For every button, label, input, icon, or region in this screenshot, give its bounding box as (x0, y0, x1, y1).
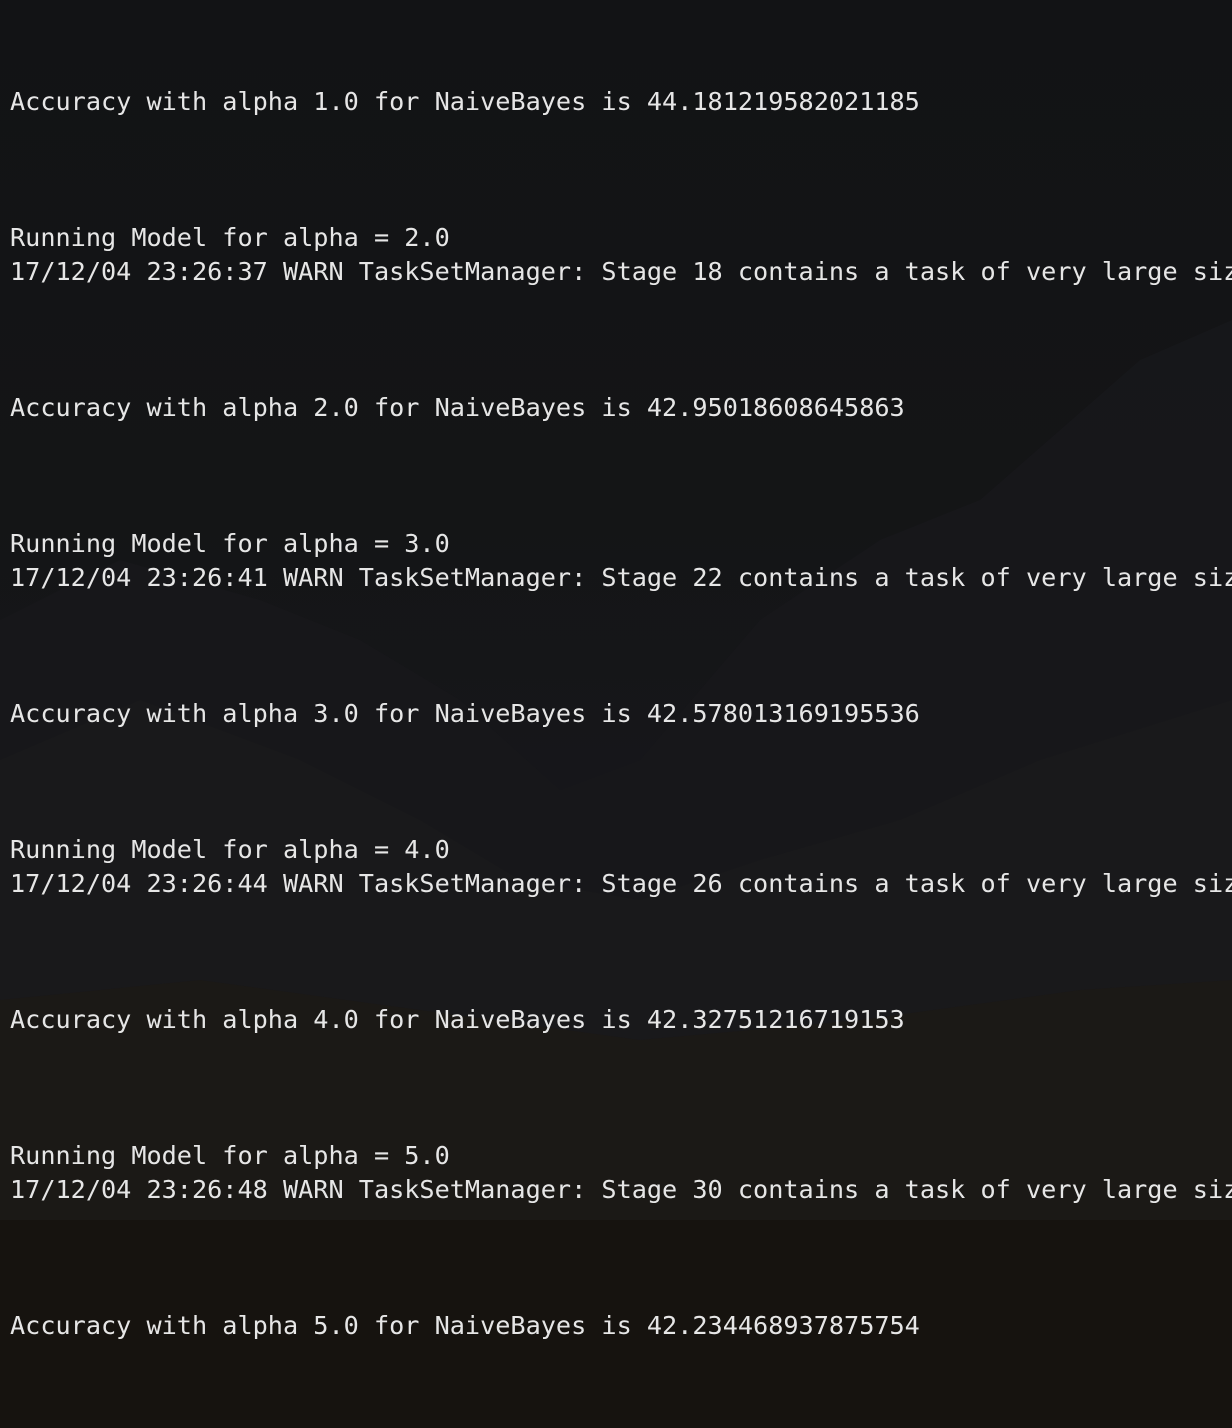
output-line: Accuracy with alpha 2.0 for NaiveBayes i… (10, 393, 905, 422)
output-line: Running Model for alpha = 4.0 (10, 835, 450, 864)
output-line: Running Model for alpha = 3.0 (10, 529, 450, 558)
output-line: Running Model for alpha = 2.0 (10, 223, 450, 252)
output-line: 17/12/04 23:26:37 WARN TaskSetManager: S… (10, 257, 1232, 286)
output-line: Accuracy with alpha 1.0 for NaiveBayes i… (10, 87, 920, 116)
output-line: Running Model for alpha = 5.0 (10, 1141, 450, 1170)
output-line: Accuracy with alpha 5.0 for NaiveBayes i… (10, 1311, 920, 1340)
output-line: 17/12/04 23:26:48 WARN TaskSetManager: S… (10, 1175, 1232, 1204)
output-line: Accuracy with alpha 3.0 for NaiveBayes i… (10, 699, 920, 728)
output-line: 17/12/04 23:26:41 WARN TaskSetManager: S… (10, 563, 1232, 592)
terminal-window[interactable]: Accuracy with alpha 1.0 for NaiveBayes i… (0, 0, 1232, 1428)
output-line: Accuracy with alpha 4.0 for NaiveBayes i… (10, 1005, 905, 1034)
terminal-output: Accuracy with alpha 1.0 for NaiveBayes i… (10, 0, 1232, 1428)
output-line: 17/12/04 23:26:44 WARN TaskSetManager: S… (10, 869, 1232, 898)
